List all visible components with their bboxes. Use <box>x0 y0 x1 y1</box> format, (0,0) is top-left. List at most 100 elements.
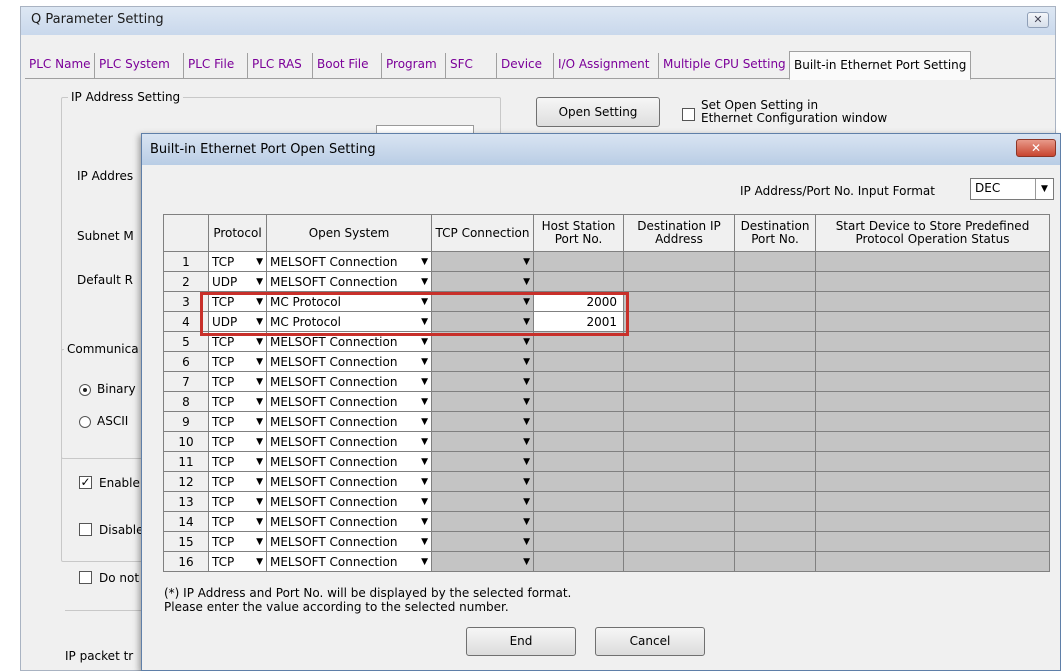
tab-built-in-ethernet-port-setting[interactable]: Built-in Ethernet Port Setting <box>789 51 972 80</box>
protocol-select[interactable]: TCP ▼ <box>208 371 267 392</box>
protocol-select[interactable]: TCP ▼ <box>208 471 267 492</box>
protocol-select[interactable]: TCP ▼ <box>208 291 267 312</box>
tab-device[interactable]: Device <box>496 53 546 78</box>
open-system-select[interactable]: MELSOFT Connection ▼ <box>266 451 432 472</box>
open-system-select[interactable]: MELSOFT Connection ▼ <box>266 251 432 272</box>
open-system-select[interactable]: MELSOFT Connection ▼ <box>266 271 432 292</box>
input-format-value: DEC <box>975 181 1001 195</box>
cancel-button[interactable]: Cancel <box>595 627 705 656</box>
tcp-connection-select[interactable]: ▼ <box>431 311 534 332</box>
tab-multiple-cpu-setting[interactable]: Multiple CPU Setting <box>658 53 790 78</box>
open-setting-button[interactable]: Open Setting <box>536 97 660 127</box>
protocol-select[interactable]: TCP ▼ <box>208 531 267 552</box>
open-system-select[interactable]: MELSOFT Connection ▼ <box>266 411 432 432</box>
destination-port-cell <box>734 451 816 472</box>
window-title: Q Parameter Setting <box>31 12 164 27</box>
tcp-connection-select[interactable]: ▼ <box>431 371 534 392</box>
destination-port-cell <box>734 551 816 572</box>
open-system-select[interactable]: MC Protocol ▼ <box>266 311 432 332</box>
chevron-down-icon: ▼ <box>1035 179 1053 199</box>
open-system-select[interactable]: MELSOFT Connection ▼ <box>266 551 432 572</box>
tcp-connection-select[interactable]: ▼ <box>431 531 534 552</box>
tcp-connection-select[interactable]: ▼ <box>431 551 534 572</box>
chevron-down-icon: ▼ <box>421 337 428 347</box>
tab-plc-name[interactable]: PLC Name <box>25 53 95 78</box>
chevron-down-icon: ▼ <box>523 317 530 327</box>
start-device-cell <box>815 531 1050 552</box>
do-not-checkbox[interactable] <box>79 571 92 584</box>
destination-ip-cell <box>623 331 735 352</box>
tcp-connection-select[interactable]: ▼ <box>431 391 534 412</box>
open-system-value: MELSOFT Connection <box>270 374 398 389</box>
open-system-select[interactable]: MC Protocol ▼ <box>266 291 432 312</box>
open-system-select[interactable]: MELSOFT Connection ▼ <box>266 331 432 352</box>
protocol-select[interactable]: TCP ▼ <box>208 431 267 452</box>
tab-sfc[interactable]: SFC <box>445 53 477 78</box>
destination-port-cell <box>734 471 816 492</box>
protocol-select[interactable]: UDP ▼ <box>208 311 267 332</box>
open-system-select[interactable]: MELSOFT Connection ▼ <box>266 351 432 372</box>
ascii-radio[interactable] <box>79 416 91 428</box>
tab-io-assignment[interactable]: I/O Assignment <box>553 53 654 78</box>
protocol-select[interactable]: TCP ▼ <box>208 331 267 352</box>
protocol-select[interactable]: TCP ▼ <box>208 511 267 532</box>
protocol-select[interactable]: TCP ▼ <box>208 411 267 432</box>
set-open-setting-checkbox[interactable] <box>682 108 695 121</box>
tab-program[interactable]: Program <box>381 53 441 78</box>
protocol-select[interactable]: TCP ▼ <box>208 551 267 572</box>
end-button[interactable]: End <box>466 627 576 656</box>
disable-checkbox[interactable] <box>79 523 92 536</box>
tcp-connection-select[interactable]: ▼ <box>431 451 534 472</box>
host-station-port-cell[interactable]: 2000 <box>533 291 624 312</box>
chevron-down-icon: ▼ <box>256 457 263 467</box>
tcp-connection-select[interactable]: ▼ <box>431 491 534 512</box>
open-system-select[interactable]: MELSOFT Connection ▼ <box>266 371 432 392</box>
protocol-value: TCP <box>212 474 235 489</box>
protocol-select[interactable]: TCP ▼ <box>208 391 267 412</box>
communication-group-label: Communica <box>64 342 142 356</box>
tcp-connection-select[interactable]: ▼ <box>431 511 534 532</box>
open-system-select[interactable]: MELSOFT Connection ▼ <box>266 531 432 552</box>
tcp-connection-select[interactable]: ▼ <box>431 331 534 352</box>
destination-port-cell <box>734 291 816 312</box>
host-station-port-cell[interactable]: 2001 <box>533 311 624 332</box>
tcp-connection-select[interactable]: ▼ <box>431 471 534 492</box>
chevron-down-icon: ▼ <box>523 537 530 547</box>
tcp-connection-select[interactable]: ▼ <box>431 251 534 272</box>
open-system-select[interactable]: MELSOFT Connection ▼ <box>266 471 432 492</box>
chevron-down-icon: ▼ <box>421 517 428 527</box>
table-row: 11 TCP ▼ MELSOFT Connection ▼ ▼ <box>163 451 1050 472</box>
input-format-select[interactable]: DEC ▼ <box>970 178 1054 200</box>
open-system-select[interactable]: MELSOFT Connection ▼ <box>266 511 432 532</box>
dialog-close-icon[interactable]: ✕ <box>1016 139 1056 157</box>
tab-plc-system[interactable]: PLC System <box>94 53 174 78</box>
tcp-connection-select[interactable]: ▼ <box>431 431 534 452</box>
tab-boot-file[interactable]: Boot File <box>312 53 373 78</box>
protocol-select[interactable]: TCP ▼ <box>208 351 267 372</box>
open-system-select[interactable]: MELSOFT Connection ▼ <box>266 431 432 452</box>
tab-plc-ras[interactable]: PLC RAS <box>247 53 306 78</box>
open-system-select[interactable]: MELSOFT Connection ▼ <box>266 491 432 512</box>
enable-checkbox[interactable]: ✓ <box>79 476 92 489</box>
table-row: 14 TCP ▼ MELSOFT Connection ▼ ▼ <box>163 511 1050 532</box>
chevron-down-icon: ▼ <box>523 477 530 487</box>
open-system-value: MELSOFT Connection <box>270 414 398 429</box>
protocol-select[interactable]: TCP ▼ <box>208 251 267 272</box>
tcp-connection-select[interactable]: ▼ <box>431 411 534 432</box>
chevron-down-icon: ▼ <box>523 517 530 527</box>
table-row: 2 UDP ▼ MELSOFT Connection ▼ ▼ <box>163 271 1050 292</box>
protocol-select[interactable]: TCP ▼ <box>208 451 267 472</box>
binary-radio[interactable] <box>79 384 91 396</box>
destination-port-cell <box>734 371 816 392</box>
open-system-select[interactable]: MELSOFT Connection ▼ <box>266 391 432 412</box>
tcp-connection-select[interactable]: ▼ <box>431 271 534 292</box>
protocol-select[interactable]: UDP ▼ <box>208 271 267 292</box>
protocol-select[interactable]: TCP ▼ <box>208 491 267 512</box>
tcp-connection-select[interactable]: ▼ <box>431 291 534 312</box>
tab-plc-file[interactable]: PLC File <box>183 53 238 78</box>
chevron-down-icon: ▼ <box>421 457 428 467</box>
protocol-value: TCP <box>212 554 235 569</box>
tcp-connection-select[interactable]: ▼ <box>431 351 534 372</box>
open-system-value: MELSOFT Connection <box>270 434 398 449</box>
window-close-icon[interactable]: ✕ <box>1027 12 1049 28</box>
